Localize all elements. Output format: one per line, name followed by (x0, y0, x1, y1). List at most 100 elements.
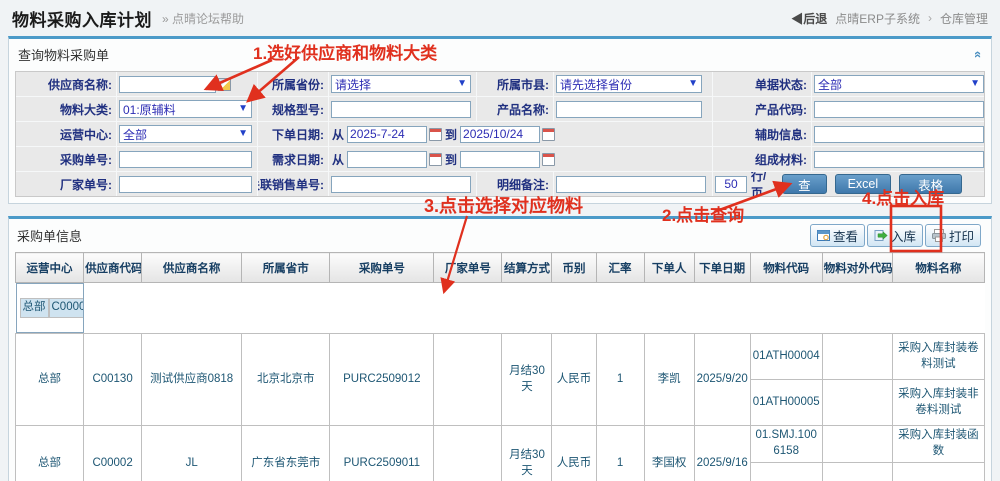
print-button[interactable]: 打印 (925, 224, 981, 247)
table-cell[interactable]: 采购入库封装卷料测试 (892, 334, 984, 380)
table-cell[interactable]: 1 (596, 334, 644, 426)
col-province-city: 所属省市 (242, 253, 330, 283)
province-select[interactable]: 请选择▼ (331, 75, 471, 93)
product-code-field (812, 97, 984, 121)
supplier-name-input[interactable] (119, 76, 216, 93)
order-date-from-label: 从 (331, 126, 345, 143)
aux-info-field (812, 122, 984, 146)
breadcrumb-section[interactable]: 仓库管理 (940, 10, 988, 27)
table-cell[interactable] (822, 334, 892, 380)
table-cell[interactable]: PURC2509011 (330, 426, 434, 481)
product-code-input[interactable] (814, 101, 984, 118)
demand-date-from-input[interactable] (347, 151, 427, 168)
table-cell[interactable]: PURC2509012 (330, 334, 434, 426)
table-row[interactable]: 总部 C00002 JL 广东省东莞市 PURC2509011 月结30天 人民… (16, 426, 985, 463)
spec-model-input[interactable] (331, 101, 471, 118)
collapse-icon[interactable]: « (971, 50, 986, 57)
page-title: 物料采购入库计划 (12, 6, 152, 31)
calendar-icon[interactable] (429, 128, 442, 141)
table-cell[interactable] (822, 426, 892, 463)
aux-info-input[interactable] (814, 126, 984, 143)
view-icon (817, 229, 830, 242)
page-size-input[interactable] (715, 176, 747, 193)
table-cell[interactable]: 月结30天 (502, 334, 552, 426)
table-cell[interactable]: 人民币 (552, 426, 596, 481)
material-category-field: 01:原辅料▼ (117, 97, 257, 121)
table-cell[interactable]: 总部 (16, 426, 84, 481)
picker-icon[interactable] (218, 78, 231, 91)
table-cell[interactable]: 2025/9/20 (694, 334, 750, 426)
city-label: 所属市县: (477, 72, 553, 96)
col-supplier-name: 供应商名称 (142, 253, 242, 283)
chevron-down-icon: ▼ (688, 79, 698, 89)
table-cell[interactable]: 北京北京市 (242, 334, 330, 426)
table-cell[interactable]: 总部 (16, 334, 84, 426)
order-date-from-input[interactable] (347, 126, 427, 143)
table-cell[interactable] (822, 380, 892, 426)
doc-status-select[interactable]: 全部▼ (814, 75, 984, 93)
table-cell[interactable] (434, 426, 502, 481)
table-cell[interactable]: 01.SMJ.1006158 (750, 426, 822, 463)
table-cell[interactable]: 测试供应商0818 (142, 334, 242, 426)
print-button-label: 打印 (949, 226, 974, 245)
table-cell[interactable]: C00002 (84, 426, 142, 481)
table-cell[interactable] (434, 334, 502, 426)
operation-center-select[interactable]: 全部▼ (119, 125, 252, 143)
table-cell[interactable]: 李凯 (644, 334, 694, 426)
material-category-value: 01:原辅料 (123, 101, 176, 118)
purchase-no-input[interactable] (119, 151, 252, 168)
table-cell[interactable]: 广东省东莞市 (242, 426, 330, 481)
table-cell[interactable]: 2025/9/16 (694, 426, 750, 481)
table-cell[interactable]: JL (142, 426, 242, 481)
table-cell[interactable]: 采购入库封装函数 (892, 426, 984, 463)
breadcrumb-app[interactable]: 点晴ERP子系统 (835, 10, 920, 27)
table-cell[interactable]: 月结30天 (502, 426, 552, 481)
stock-in-button[interactable]: 入库 (867, 224, 923, 247)
demand-date-to-input[interactable] (460, 151, 540, 168)
table-cell[interactable]: 1 (596, 426, 644, 481)
calendar-icon[interactable] (542, 128, 555, 141)
table-cell[interactable] (822, 463, 892, 481)
table-cell[interactable] (892, 463, 984, 481)
table-cell[interactable]: 01ATH00004 (750, 334, 822, 380)
city-select[interactable]: 请先选择省份▼ (556, 75, 702, 93)
table-row[interactable]: 总部 C00130 测试供应商0818 北京北京市 PURC2509012 月结… (16, 334, 985, 380)
materials-input[interactable] (814, 151, 984, 168)
query-button[interactable]: 查询 (782, 174, 826, 194)
table-cell[interactable]: C00002 (49, 298, 84, 318)
annotation-step2: 2.点击查询 (662, 201, 744, 226)
back-button[interactable]: ◀后退 (791, 10, 827, 27)
table-cell[interactable]: 李国权 (644, 426, 694, 481)
province-label: 所属省份: (258, 72, 328, 96)
calendar-icon[interactable] (429, 153, 442, 166)
order-date-label: 下单日期: (258, 122, 328, 146)
product-name-input[interactable] (556, 101, 702, 118)
table-cell[interactable]: 采购入库封装非卷料测试 (892, 380, 984, 426)
factory-no-input[interactable] (119, 176, 252, 193)
table-cell[interactable]: 01ATH00005 (750, 380, 822, 426)
purchase-no-field (117, 147, 257, 171)
col-op-center: 运营中心 (16, 253, 84, 283)
view-button[interactable]: 查看 (810, 224, 865, 247)
view-button-label: 查看 (833, 226, 858, 245)
purchase-no-label: 采购单号: (16, 147, 116, 171)
table-cell[interactable] (750, 463, 822, 481)
sales-order-no-input[interactable] (331, 176, 471, 193)
table-cell[interactable]: 总部 (20, 298, 49, 318)
table-cell[interactable]: 人民币 (552, 334, 596, 426)
province-value: 请选择 (335, 76, 371, 93)
detail-note-input[interactable] (556, 176, 706, 193)
table-row-selected[interactable]: 总部 C00002 JL 广东省东莞市 PURC2509013 月结30天 人民… (16, 283, 84, 333)
order-date-to-input[interactable] (460, 126, 540, 143)
breadcrumb: ◀后退 点晴ERP子系统 › 仓库管理 (791, 10, 988, 27)
annotation-step1: 1.选好供应商和物料大类 (253, 39, 437, 64)
table-cell[interactable]: C00130 (84, 334, 142, 426)
topbar: 物料采购入库计划 » 点晴论坛帮助 ◀后退 点晴ERP子系统 › 仓库管理 (0, 0, 1000, 36)
page-size-suffix: 行/页 (751, 172, 771, 196)
filter-form: 供应商名称: 所属省份: 请选择▼ 所属市县: 请先选择省份▼ 单据状态: 全部… (15, 71, 985, 197)
calendar-icon[interactable] (542, 153, 555, 166)
print-icon (932, 229, 946, 242)
col-orderer: 下单人 (644, 253, 694, 283)
material-category-select[interactable]: 01:原辅料▼ (119, 100, 252, 118)
forum-help-link[interactable]: » 点晴论坛帮助 (162, 10, 244, 27)
